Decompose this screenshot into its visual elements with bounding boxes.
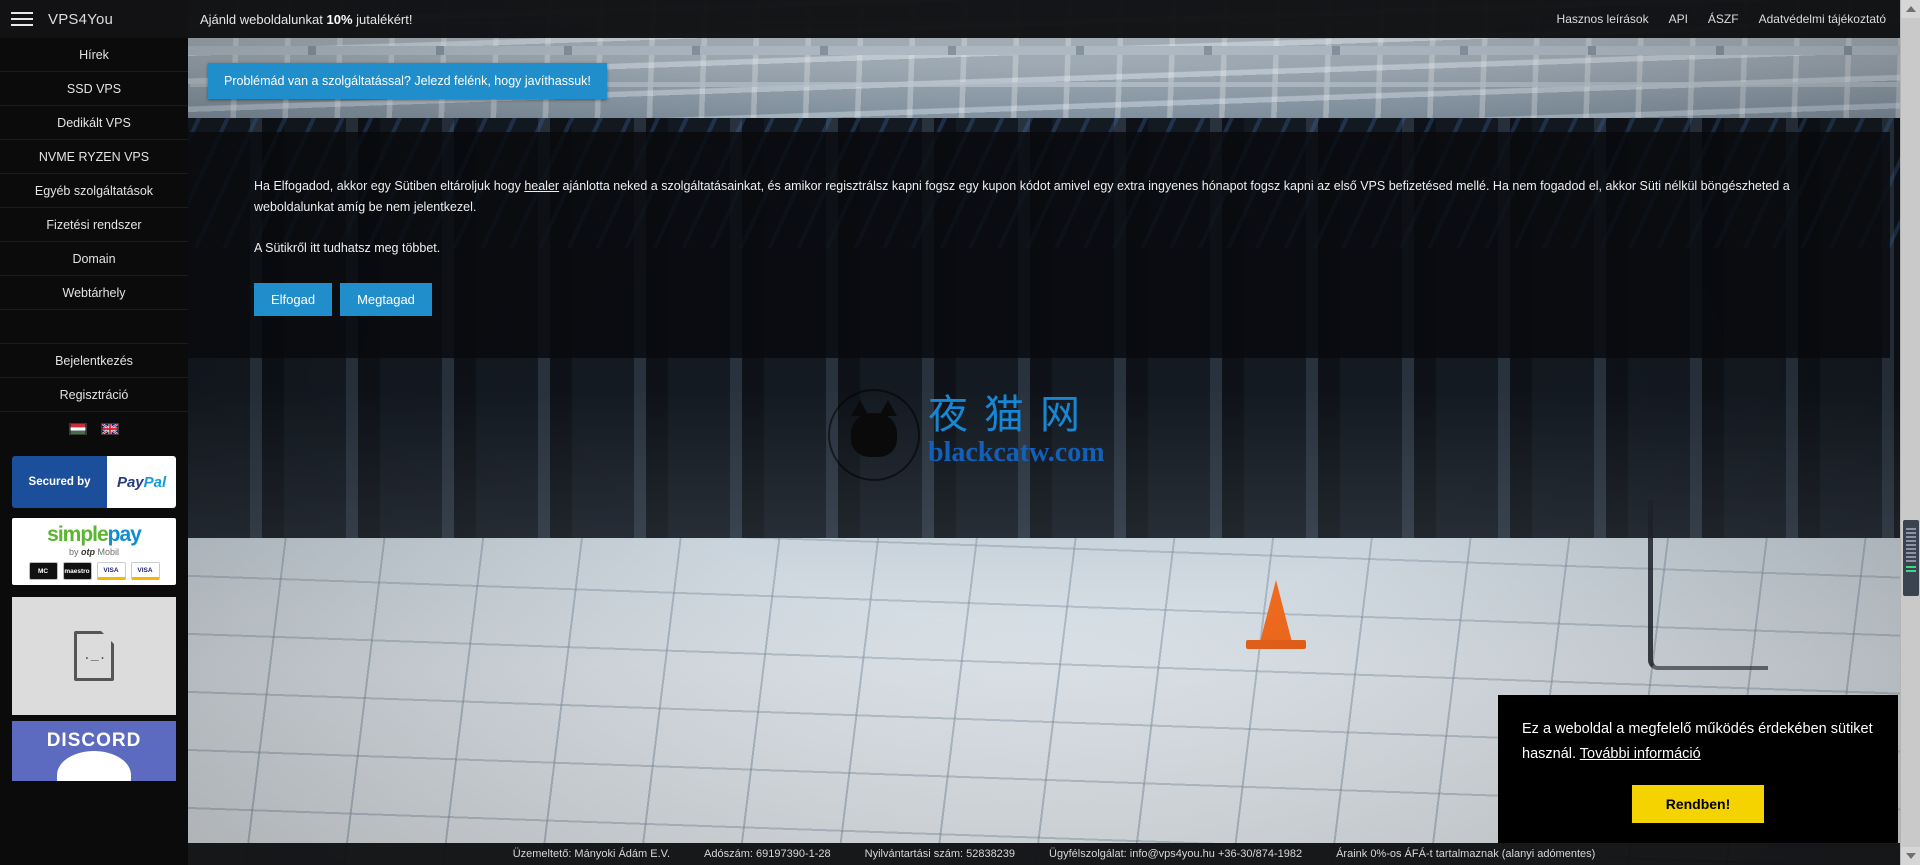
sidebar-item-egyeb-szolgaltatasok[interactable]: Egyéb szolgáltatások [0, 174, 188, 208]
card-visa: VISA [96, 562, 126, 580]
accepted-cards: MC maestro VISA VISA [16, 562, 172, 580]
page-scrollbar[interactable] [1900, 0, 1920, 865]
card-visa-electron: VISA [130, 562, 160, 580]
simplepay-byline: by otp Mobil [16, 547, 172, 557]
paypal-logo: Pay Pal [107, 456, 176, 508]
cookie-consent-block: Ha Elfogadod, akkor egy Sütiben eltárolj… [254, 176, 1864, 316]
promo-highlight: 10% [326, 11, 353, 27]
brand-name[interactable]: VPS4You [44, 11, 113, 28]
card-mastercard: MC [28, 562, 58, 580]
sidebar-item-hirek[interactable]: Hírek [0, 38, 188, 72]
simplepay-by: by [68, 547, 79, 557]
hungarian-flag[interactable] [69, 423, 87, 435]
consent-cookie-info: A Sütikről itt tudhatsz meg többet. [254, 241, 441, 255]
top-nav-links: Hasznos leírások API ÁSZF Adatvédelmi tá… [1557, 12, 1920, 26]
sidebar-item-bejelentkezes[interactable]: Bejelentkezés [0, 344, 188, 378]
cookie-accept-button[interactable]: Rendben! [1631, 785, 1765, 823]
accept-button[interactable]: Elfogad [254, 283, 333, 316]
referrer-link[interactable]: healer [524, 179, 559, 193]
paypal-secured-label: Secured by [12, 456, 108, 508]
scroll-up-arrow-icon[interactable] [1901, 0, 1920, 18]
scrollbar-thumb[interactable] [1903, 520, 1919, 596]
footer-tax-number: Adószám: 69197390-1-28 [704, 848, 831, 860]
discord-banner[interactable]: DISCORD [12, 721, 176, 781]
cookie-more-info-link[interactable]: További információ [1580, 746, 1701, 762]
sidebar-item-regisztracio[interactable]: Regisztráció [0, 378, 188, 412]
cookie-notice-toast: Ez a weboldal a megfelelő működés érdeké… [1498, 695, 1898, 843]
top-bar: Ajánld weboldalunkat 10% jutalékért! Has… [188, 0, 1920, 38]
consent-actions: Elfogad Megtagad [254, 283, 1864, 316]
sidebar-main-nav: Hírek SSD VPS Dedikált VPS NVME RYZEN VP… [0, 38, 188, 412]
referral-promo: Ajánld weboldalunkat 10% jutalékért! [188, 12, 413, 27]
card-maestro: maestro [62, 562, 92, 580]
decline-button[interactable]: Megtagad [340, 283, 432, 316]
footer-registration-number: Nyilvántartási szám: 52838239 [864, 848, 1016, 860]
sidebar: VPS4You Hírek SSD VPS Dedikált VPS NVME … [0, 0, 188, 865]
sidebar-item-webtarhely[interactable]: Webtárhely [0, 276, 188, 310]
sidebar-brand-bar: VPS4You [0, 0, 188, 38]
top-link-api[interactable]: API [1669, 12, 1688, 26]
paypal-logo-pal: Pal [143, 473, 167, 491]
scroll-down-arrow-icon[interactable] [1901, 847, 1920, 865]
footer-vat-note: Áraink 0%-os ÁFÁ-t tartalmaznak (alanyi … [1336, 848, 1596, 860]
top-link-privacy[interactable]: Adatvédelmi tájékoztató [1759, 12, 1886, 26]
simplepay-logo: simplepay [16, 524, 172, 545]
footer-bar: Üzemeltető: Mányoki Ádám E.V. Adószám: 6… [188, 843, 1920, 865]
simplepay-logo-pay: pay [107, 523, 142, 546]
top-link-guides[interactable]: Hasznos leírások [1557, 12, 1649, 26]
consent-paragraph: Ha Elfogadod, akkor egy Sütiben eltárolj… [254, 176, 1864, 218]
broken-image-icon [74, 631, 114, 681]
simplepay-logo-simple: simple [47, 523, 109, 546]
sidebar-item-domain[interactable]: Domain [0, 242, 188, 276]
page-root: 夜猫网 blackcatw.com Ajánld weboldalunkat 1… [0, 0, 1920, 865]
discord-icon [57, 751, 131, 781]
english-flag[interactable] [101, 423, 119, 435]
top-link-terms[interactable]: ÁSZF [1708, 12, 1739, 26]
paypal-logo-pay: Pay [116, 473, 144, 491]
simplepay-otp: otp [81, 547, 95, 557]
support-ribbon[interactable]: Problémád van a szolgáltatással? Jelezd … [208, 63, 607, 99]
footer-customer-service: Ügyfélszolgálat: info@vps4you.hu +36-30/… [1049, 848, 1303, 860]
photo-chair [1648, 500, 1768, 670]
sidebar-item-ssd-vps[interactable]: SSD VPS [0, 72, 188, 106]
sidebar-item-fizetesi-rendszer[interactable]: Fizetési rendszer [0, 208, 188, 242]
simplepay-mobil: Mobil [97, 547, 120, 557]
sidebar-spacer [0, 310, 188, 344]
promo-prefix: Ajánld weboldalunkat [200, 11, 327, 27]
sidebar-item-dedikalt-vps[interactable]: Dedikált VPS [0, 106, 188, 140]
broken-image-placeholder [12, 597, 176, 715]
cookie-notice-text: Ez a weboldal a megfelelő működés érdeké… [1522, 717, 1874, 767]
photo-traffic-cone [1246, 580, 1306, 649]
language-switcher [0, 412, 188, 446]
simplepay-badge[interactable]: simplepay by otp Mobil MC maestro VISA V… [12, 518, 176, 585]
sidebar-item-nvme-ryzen-vps[interactable]: NVME RYZEN VPS [0, 140, 188, 174]
hamburger-icon[interactable] [0, 0, 44, 38]
paypal-badge[interactable]: Secured by Pay Pal [12, 456, 176, 508]
consent-part1: Ha Elfogadod, akkor egy Sütiben eltárolj… [254, 179, 525, 193]
footer-operator: Üzemeltető: Mányoki Ádám E.V. [512, 848, 671, 860]
promo-suffix: jutalékért! [352, 11, 413, 27]
discord-label: DISCORD [46, 730, 142, 751]
